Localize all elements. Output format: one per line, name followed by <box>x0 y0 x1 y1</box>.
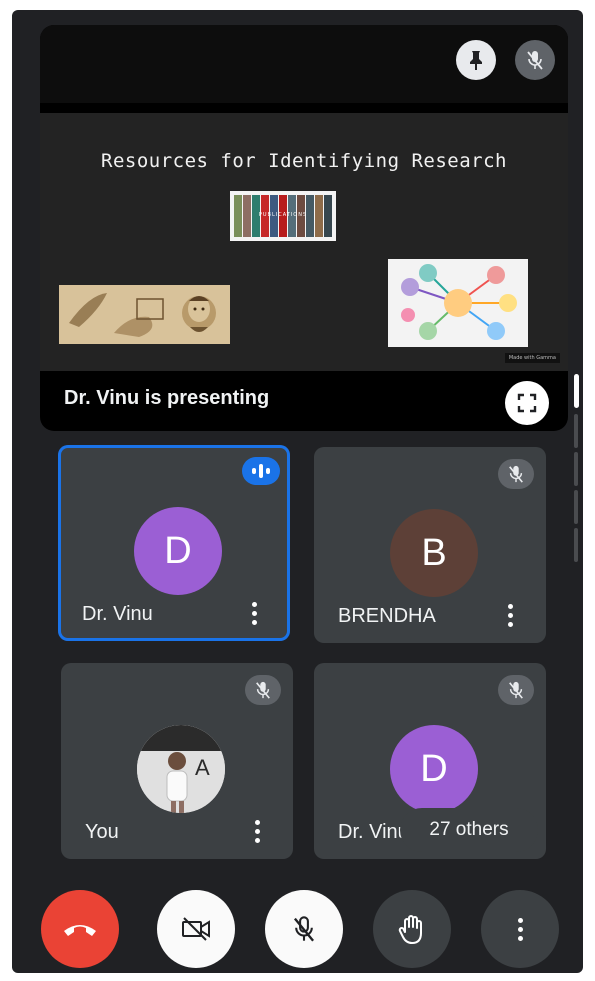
avatar: D <box>134 507 222 595</box>
books-image: PUBLICATIONS <box>230 191 336 241</box>
slide-title: Resources for Identifying Research <box>101 150 507 172</box>
participant-options-button[interactable] <box>244 599 264 627</box>
more-options-button[interactable] <box>481 890 559 968</box>
participant-name: BRENDHA <box>338 605 436 627</box>
participant-tile[interactable]: A You <box>61 663 293 859</box>
presenter-mic-off-indicator <box>515 40 555 80</box>
fullscreen-button[interactable] <box>505 381 549 425</box>
participant-name: Dr. Vinu <box>82 603 153 625</box>
meeting-screen: Resources for Identifying Research PUBLI… <box>12 10 583 973</box>
mic-off-indicator <box>498 675 534 705</box>
presentation-card[interactable]: Resources for Identifying Research PUBLI… <box>40 25 568 431</box>
participant-name: Dr. Vinu <box>338 821 409 843</box>
participant-tile[interactable]: B BRENDHA <box>314 447 546 643</box>
microphone-toggle-button[interactable] <box>265 890 343 968</box>
participant-options-button[interactable] <box>247 817 267 845</box>
presenting-status: Dr. Vinu is presenting <box>64 387 270 409</box>
more-options-icon <box>510 915 530 943</box>
avatar: A <box>137 725 225 813</box>
mic-off-indicator <box>498 459 534 489</box>
end-call-button[interactable] <box>41 890 119 968</box>
hand-icon <box>398 915 422 944</box>
shared-slide: Resources for Identifying Research PUBLI… <box>40 113 568 371</box>
svg-text:A: A <box>195 755 210 780</box>
pin-button[interactable] <box>456 40 496 80</box>
scrollbar-thumb[interactable] <box>574 374 579 408</box>
others-count-button[interactable]: 27 others <box>400 808 538 852</box>
mic-off-icon <box>527 51 543 70</box>
research-network-image <box>388 259 528 347</box>
quill-shakespeare-sketch-image <box>59 285 230 344</box>
mic-off-indicator <box>245 675 281 705</box>
end-call-icon <box>64 925 96 936</box>
pin-icon <box>470 51 482 70</box>
mic-off-icon <box>293 916 315 942</box>
made-with-gamma-badge: Made with Gamma <box>504 353 560 363</box>
mic-off-icon <box>509 465 523 483</box>
fullscreen-icon <box>517 393 537 413</box>
participant-name: You <box>85 821 119 843</box>
speaking-indicator <box>242 457 280 485</box>
participant-options-button[interactable] <box>500 601 520 629</box>
profile-photo: A <box>137 725 225 813</box>
avatar: D <box>390 725 478 813</box>
avatar: B <box>390 509 478 597</box>
mic-off-icon <box>256 681 270 699</box>
books-label: PUBLICATIONS <box>258 212 308 218</box>
camera-toggle-button[interactable] <box>157 890 235 968</box>
participant-tile[interactable]: D Dr. Vinu <box>58 445 290 641</box>
camera-off-icon <box>182 917 210 941</box>
raise-hand-button[interactable] <box>373 890 451 968</box>
mic-off-icon <box>509 681 523 699</box>
